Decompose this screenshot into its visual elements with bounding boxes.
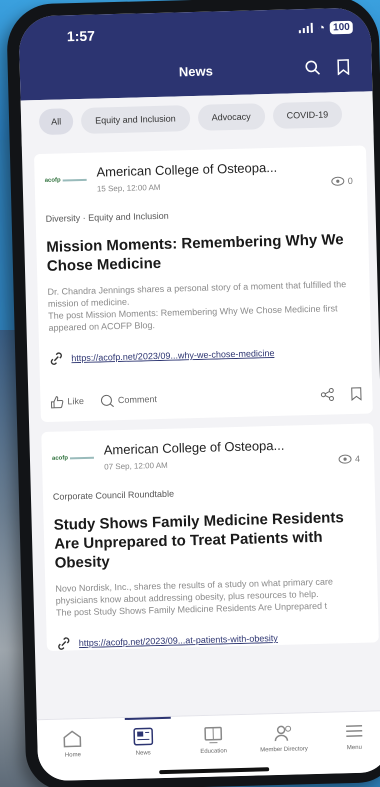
post-date: 07 Sep, 12:00 AM (104, 460, 168, 472)
app-screen: 1:57 ◔ 100 News All Equity and Inclusion… (18, 7, 380, 782)
post-excerpt: Dr. Chandra Jennings shares a personal s… (47, 279, 347, 333)
signal-icon (298, 22, 313, 34)
post-excerpt: Novo Nordisk, Inc., shares the results o… (55, 576, 334, 618)
tab-label: Member Directory (260, 746, 308, 754)
post-url[interactable]: https://acofp.net/2023/09...at-patients-… (79, 633, 278, 648)
battery-indicator: 100 (329, 20, 353, 34)
tab-home[interactable]: Home (42, 729, 103, 760)
news-icon (132, 727, 153, 746)
post-headline[interactable]: Mission Moments: Remembering Why We Chos… (46, 230, 359, 276)
education-icon (204, 726, 223, 744)
tab-label: News (135, 750, 151, 757)
status-icons: ◔ 100 (298, 20, 353, 35)
org-logo: acofp (44, 171, 88, 190)
post-date: 15 Sep, 12:00 AM (96, 182, 161, 194)
tab-member-directory[interactable]: Member Directory (253, 723, 314, 754)
comment-icon (100, 394, 114, 407)
active-tab-indicator (124, 716, 171, 721)
like-button[interactable]: Like (50, 394, 84, 408)
eye-icon (331, 176, 345, 186)
chip-covid-19[interactable]: COVID-19 (272, 101, 343, 129)
news-feed[interactable]: acofp American College of Osteopa... 15 … (22, 139, 380, 719)
tab-menu[interactable]: Menu (324, 721, 380, 752)
bookmark-icon[interactable] (332, 56, 355, 79)
search-icon[interactable] (302, 57, 325, 80)
link-icon (50, 352, 62, 365)
card-header: acofp American College of Osteopa... 15 … (44, 156, 357, 204)
tab-label: Home (64, 752, 81, 759)
tab-label: Education (200, 748, 228, 756)
post-headline[interactable]: Study Shows Family Medicine Residents Ar… (53, 508, 366, 573)
directory-icon (275, 725, 292, 742)
news-card[interactable]: acofp American College of Osteopa... 07 … (41, 423, 379, 652)
post-tags: Corporate Council Roundtable (52, 488, 175, 502)
post-link[interactable]: https://acofp.net/2023/09...why-we-chose… (49, 344, 361, 366)
home-indicator (159, 767, 270, 775)
view-count: 0 (331, 176, 353, 187)
post-tags: Diversity · Equity and Inclusion (45, 210, 169, 224)
chip-all[interactable]: All (38, 108, 74, 136)
like-label: Like (67, 395, 85, 407)
phone-frame: 1:57 ◔ 100 News All Equity and Inclusion… (6, 0, 380, 787)
top-bar: 1:57 ◔ 100 News (18, 7, 373, 101)
link-icon (58, 637, 70, 650)
comment-label: Comment (117, 394, 158, 406)
eye-icon (338, 454, 352, 464)
view-count-value: 4 (354, 453, 361, 464)
card-header: acofp American College of Osteopa... 07 … (52, 434, 365, 482)
org-name: American College of Osteopa... (96, 159, 278, 180)
news-card[interactable]: acofp American College of Osteopa... 15 … (33, 145, 373, 423)
post-link[interactable]: https://acofp.net/2023/09...at-patients-… (57, 629, 369, 651)
comment-button[interactable]: Comment (100, 393, 157, 407)
wifi-icon: ◔ (317, 20, 326, 35)
home-icon (63, 730, 82, 748)
view-count: 4 (338, 454, 360, 465)
org-name: American College of Osteopa... (103, 437, 285, 458)
status-time: 1:57 (66, 27, 96, 45)
tab-label: Menu (346, 744, 362, 752)
tab-news[interactable]: News (113, 727, 174, 758)
post-actions: Like Comment (50, 374, 363, 422)
chip-advocacy[interactable]: Advocacy (197, 103, 266, 131)
bookmark-icon[interactable] (350, 387, 362, 401)
menu-icon (345, 725, 363, 737)
bottom-tab-bar: Home News Education Member Directory Men… (36, 710, 380, 782)
category-chips: All Equity and Inclusion Advocacy COVID-… (20, 91, 374, 147)
chip-equity-inclusion[interactable]: Equity and Inclusion (80, 105, 191, 134)
post-url[interactable]: https://acofp.net/2023/09...why-we-chose… (71, 348, 274, 363)
share-icon[interactable] (320, 387, 334, 401)
thumbs-up-icon (50, 395, 64, 408)
tab-education[interactable]: Education (183, 725, 244, 756)
org-logo: acofp (52, 449, 96, 468)
view-count-value: 0 (347, 175, 353, 186)
